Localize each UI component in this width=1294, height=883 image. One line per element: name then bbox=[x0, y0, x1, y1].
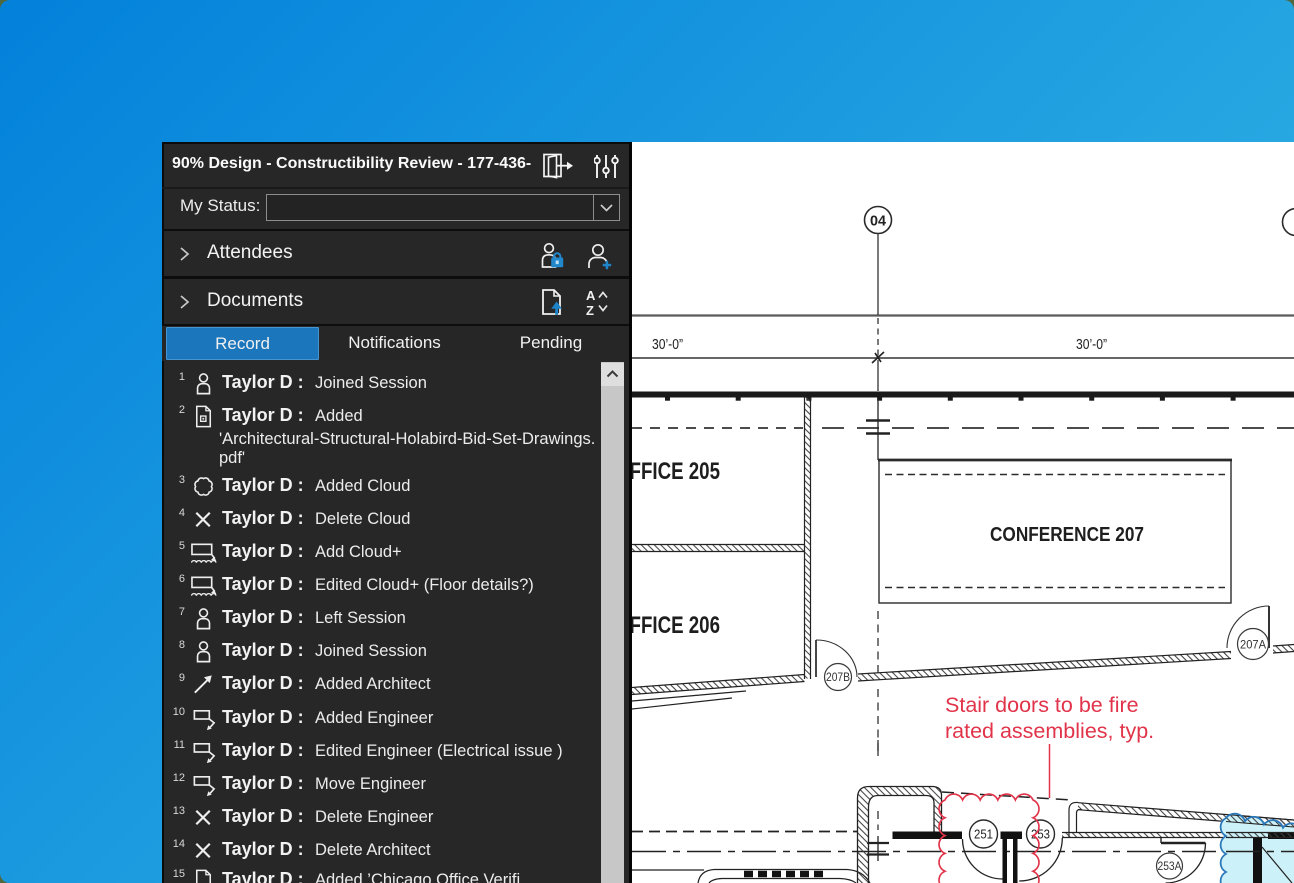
svg-text:30’-0”: 30’-0” bbox=[1076, 337, 1107, 353]
svg-text:OFFICE 206: OFFICE 206 bbox=[632, 612, 720, 639]
svg-text:OFFICE 205: OFFICE 205 bbox=[632, 458, 720, 485]
svg-text:rated assemblies, typ.: rated assemblies, typ. bbox=[945, 719, 1154, 743]
svg-text:207A: 207A bbox=[1240, 640, 1266, 652]
svg-text:251: 251 bbox=[974, 828, 993, 842]
svg-text:04: 04 bbox=[870, 213, 887, 230]
svg-text:207B: 207B bbox=[826, 672, 850, 684]
svg-text:30’-0”: 30’-0” bbox=[652, 337, 683, 353]
svg-text:253A: 253A bbox=[1158, 861, 1182, 873]
svg-text:A: A bbox=[586, 288, 596, 303]
svg-text:Stair doors to be fire: Stair doors to be fire bbox=[945, 693, 1139, 717]
svg-text:CONFERENCE 207: CONFERENCE 207 bbox=[990, 524, 1144, 546]
svg-text:Z: Z bbox=[586, 303, 594, 317]
